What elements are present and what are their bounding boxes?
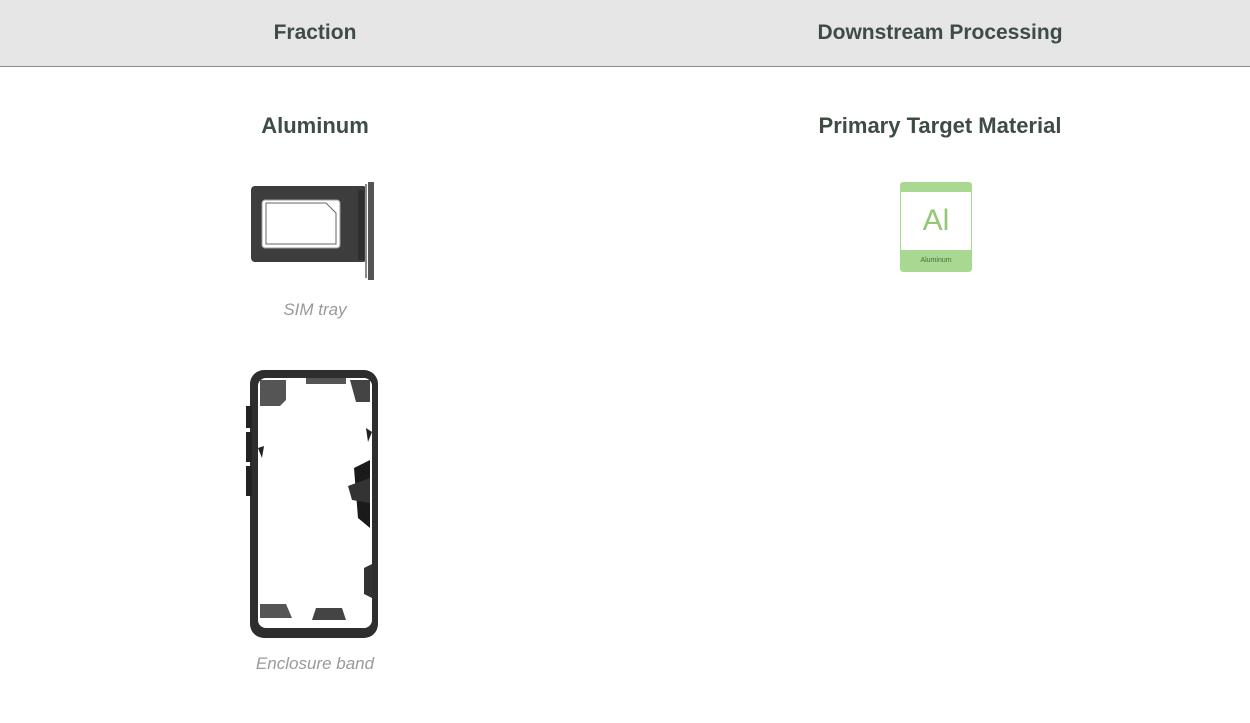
aluminum-element-tile: Al Aluminum	[900, 182, 972, 272]
sim-tray-caption: SIM tray	[283, 300, 347, 319]
element-name: Aluminum	[901, 250, 971, 271]
header-downstream-processing: Downstream Processing	[817, 21, 1063, 44]
downstream-title: Primary Target Material	[818, 113, 1062, 138]
fraction-table: Fraction Downstream Processing Aluminum …	[0, 0, 1250, 723]
element-symbol: Al	[922, 204, 950, 237]
enclosure-band-caption: Enclosure band	[255, 654, 375, 673]
sim-tray-image	[251, 182, 374, 280]
header-fraction: Fraction	[273, 21, 357, 44]
table-header: Fraction Downstream Processing	[0, 0, 1250, 67]
fraction-title: Aluminum	[261, 113, 369, 138]
tile-top-band	[901, 183, 971, 192]
enclosure-band-image	[246, 370, 378, 638]
